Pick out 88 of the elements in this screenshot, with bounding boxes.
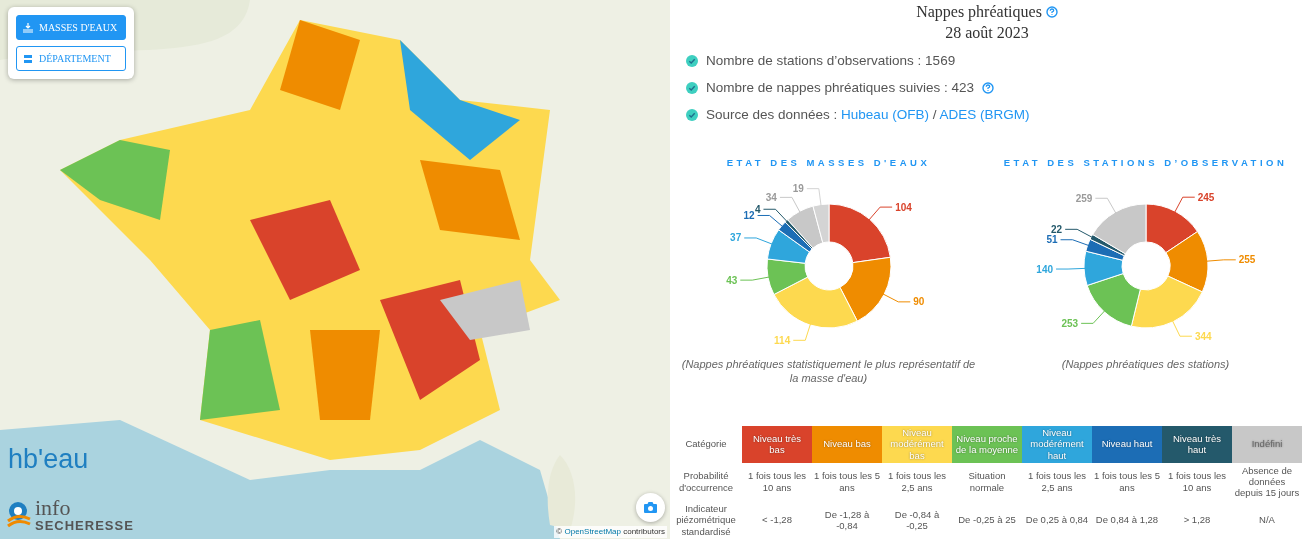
data-label: 19 bbox=[792, 183, 804, 194]
table-cell-text: Situation normale bbox=[967, 469, 1007, 495]
leader-line bbox=[739, 276, 770, 281]
data-label: 43 bbox=[725, 274, 737, 286]
data-label: 140 bbox=[1035, 263, 1053, 275]
check-icon bbox=[686, 108, 698, 121]
help-icon[interactable] bbox=[981, 81, 994, 94]
logo-text: hb'eau bbox=[8, 446, 89, 473]
category-label: Niveau très haut bbox=[1162, 425, 1232, 463]
row-header: Catégorie bbox=[684, 437, 728, 452]
help-icon[interactable] bbox=[1045, 6, 1058, 19]
leader-line bbox=[1080, 309, 1106, 324]
data-label: 344 bbox=[1194, 330, 1212, 342]
data-label: 51 bbox=[1045, 234, 1058, 246]
table-cell-text: N/A bbox=[1258, 513, 1276, 528]
data-label: 245 bbox=[1197, 191, 1214, 203]
check-icon bbox=[686, 54, 698, 67]
camera-icon bbox=[644, 502, 657, 513]
source-link[interactable]: Hubeau (OFB) bbox=[841, 106, 929, 122]
fact-text: Nombre de nappes phréatiques suivies : 423 bbox=[706, 78, 974, 97]
date-text: 28 août 2023 bbox=[944, 24, 1030, 42]
chart-caption: (Nappes phréatiques des stations) bbox=[1060, 357, 1231, 372]
leader-line bbox=[1094, 197, 1117, 215]
data-label: 90 bbox=[912, 296, 924, 308]
table-cell-text: De -0,84 à -0,25 bbox=[893, 507, 941, 533]
chart-title: ETAT DES STATIONS D’OBSERVATION bbox=[1003, 155, 1288, 170]
row-header: Indicateur piézométrique standardisé bbox=[675, 501, 737, 539]
category-label: Niveau très bas bbox=[742, 425, 812, 463]
leader-line bbox=[762, 208, 788, 223]
chart-caption: (Nappes phréatiques statistiquement le plus représentatif de la masse d'eau) bbox=[680, 357, 977, 386]
category-label: Niveau bas bbox=[812, 425, 882, 463]
leader-line bbox=[756, 214, 784, 228]
leader-line bbox=[1055, 267, 1087, 270]
check-icon bbox=[686, 81, 698, 94]
leader-line bbox=[743, 237, 773, 245]
table-cell-text: 1 fois tous les 2,5 ans bbox=[886, 469, 948, 495]
leader-line bbox=[881, 292, 911, 303]
data-label: 22 bbox=[1050, 223, 1062, 235]
leader-line bbox=[1171, 319, 1192, 337]
source-link[interactable]: ADES (BRGM) bbox=[939, 106, 1030, 122]
category-label: Niveau modérément haut bbox=[1022, 425, 1092, 463]
data-label: 255 bbox=[1238, 254, 1255, 266]
data-label: 12 bbox=[742, 209, 755, 221]
drought-logo-icon bbox=[6, 500, 32, 529]
category-label: Niveau modérément bas bbox=[882, 425, 952, 463]
data-label: 37 bbox=[729, 232, 741, 244]
department-button[interactable]: DÉPARTEMENT bbox=[16, 46, 126, 71]
fact-text: Source des données : Hubeau (OFB) / ADES (BRGM) bbox=[706, 105, 1030, 124]
leader-line bbox=[1173, 196, 1195, 214]
leader-line bbox=[867, 206, 893, 222]
leader-line bbox=[792, 322, 811, 341]
panel-title: Nappes phréatiques bbox=[916, 4, 1042, 21]
osm-link[interactable]: OpenStreetMap bbox=[564, 527, 621, 536]
data-label: 34 bbox=[765, 191, 777, 203]
fact-text: Nombre de stations d’observations : 1569 bbox=[706, 51, 956, 70]
category-label: Niveau haut bbox=[1092, 425, 1162, 463]
data-label: 114 bbox=[773, 334, 790, 346]
table-cell-text: 1 fois tous les 2,5 ans bbox=[1026, 469, 1088, 495]
table-cell-text: De 0,25 à 0,84 bbox=[1024, 513, 1090, 528]
data-label: 4 bbox=[754, 203, 760, 215]
row-header: Probabilité d'occurrence bbox=[677, 469, 735, 495]
data-label: 259 bbox=[1075, 192, 1092, 204]
table-cell-text: 1 fois tous les 10 ans bbox=[1166, 469, 1228, 495]
category-label: Indéfini bbox=[1232, 425, 1302, 463]
table-cell-text: Absence de données depuis 15 jours bbox=[1233, 463, 1301, 501]
donut-slice bbox=[1145, 203, 1198, 253]
brand-text: SECHERESSE bbox=[35, 519, 134, 532]
data-label: 253 bbox=[1060, 317, 1078, 329]
table-cell-text: De 0,84 à 1,28 bbox=[1094, 513, 1160, 528]
table-cell-text: De -0,25 à 25 bbox=[957, 513, 1017, 528]
attribution-text: © OpenStreetMap contributors bbox=[554, 526, 667, 538]
table-cell-text: 1 fois tous les 10 ans bbox=[746, 469, 808, 495]
signpost-icon bbox=[23, 53, 33, 64]
chart-title: ETAT DES MASSES D'EAUX bbox=[726, 155, 931, 170]
brand-text: info bbox=[35, 497, 72, 519]
category-label: Niveau proche de la moyenne bbox=[952, 425, 1022, 463]
table-cell-text: > 1,28 bbox=[1182, 513, 1212, 528]
table-cell-text: 1 fois tous les 5 ans bbox=[813, 469, 881, 495]
leader-line bbox=[1204, 259, 1236, 262]
leader-line bbox=[1064, 228, 1094, 239]
download-icon bbox=[23, 22, 33, 33]
data-label: 104 bbox=[894, 201, 912, 213]
leader-line bbox=[778, 196, 801, 214]
table-cell-text: 1 fois tous les 5 ans bbox=[1093, 469, 1161, 495]
water-bodies-button[interactable]: MASSES D'EAUX bbox=[16, 15, 126, 40]
leader-line bbox=[805, 188, 822, 207]
table-cell-text: De -1,28 à -0,84 bbox=[823, 507, 871, 533]
table-cell-text: < -1,28 bbox=[761, 513, 793, 528]
